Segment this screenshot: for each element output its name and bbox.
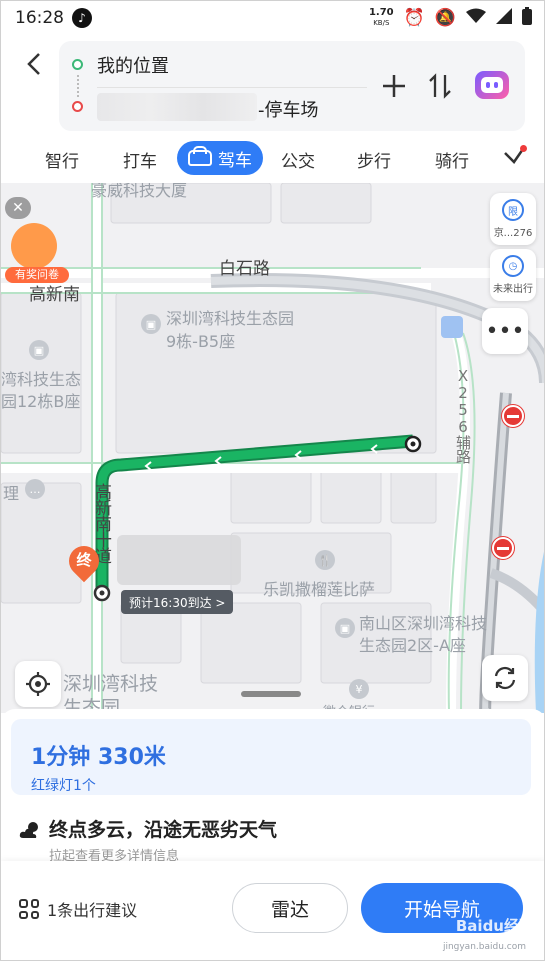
bank-icon: ¥ <box>349 679 369 699</box>
future-travel-button[interactable]: ◷ 未来出行 <box>490 249 536 301</box>
route-summary-card[interactable]: 1分钟 330米 红绿灯1个 <box>11 719 531 795</box>
action-bar: 1条出行建议 雷达 开始导航 Baidu经验 jingyan.baidu.com <box>1 861 544 960</box>
locate-icon <box>26 672 50 696</box>
plate-restriction-button[interactable]: 限 京...276 <box>490 193 536 245</box>
radar-button[interactable]: 雷达 <box>232 883 348 933</box>
map-label-park-12: 湾科技生态 <box>1 370 82 389</box>
no-entry-icon <box>502 405 524 427</box>
notification-dot <box>520 145 527 152</box>
back-button[interactable] <box>19 49 49 79</box>
tab-drive[interactable]: 驾车 <box>177 141 263 175</box>
building-icon: ▣ <box>29 340 49 360</box>
route-traffic-lights: 红绿灯1个 <box>31 778 96 794</box>
swap-button[interactable] <box>425 71 455 101</box>
battery-icon <box>522 6 532 30</box>
building-icon: ▣ <box>335 618 355 638</box>
refresh-route-button[interactable] <box>482 655 528 701</box>
watermark-url: jingyan.baidu.com <box>442 942 526 952</box>
restriction-icon: 限 <box>502 199 524 221</box>
swap-icon <box>429 73 451 99</box>
travel-suggestion-label: 1条出行建议 <box>47 901 138 920</box>
clock-icon: ◷ <box>502 255 524 277</box>
map-label-park-bottom: 深圳湾科技 <box>63 673 159 695</box>
more-icon: ••• <box>485 318 525 344</box>
tiktok-icon: ♪ <box>72 8 92 28</box>
destination-field[interactable]: -停车场 <box>258 96 319 122</box>
map-label-baishi-road: 白石路 <box>219 259 270 279</box>
sheet-drag-handle[interactable] <box>241 691 301 697</box>
alarm-icon: ⏰ <box>403 8 425 28</box>
weather-summary: 终点多云，沿途无恶劣天气 <box>49 819 278 841</box>
map-label-park-b5: 深圳湾科技生态园 <box>166 309 295 328</box>
signal-icon <box>496 7 512 29</box>
network-speed-unit: KB/S <box>373 19 390 27</box>
more-options-button[interactable]: ••• <box>482 308 528 354</box>
locate-button[interactable] <box>15 661 61 707</box>
destination-marker-label: 终 <box>76 551 92 569</box>
mute-icon: 🔕 <box>434 8 456 28</box>
building-icon: ▣ <box>141 314 161 334</box>
route-sheet: 1分钟 330米 红绿灯1个 终点多云，沿途无恶劣天气 拉起查看更多详情信息 1… <box>1 709 544 960</box>
route-duration-distance: 1分钟 330米 <box>31 745 166 770</box>
restaurant-icon: 🍴 <box>315 550 335 570</box>
map-label-restaurant: 乐凯撒榴莲比萨 <box>263 580 376 599</box>
route-connector <box>77 75 79 97</box>
tab-bike[interactable]: 骑行 <box>421 139 483 179</box>
wifi-icon <box>466 8 486 29</box>
plate-label: 京...276 <box>493 228 533 239</box>
map-label-park-2a: 南山区深圳湾科技 <box>359 614 488 633</box>
status-icons: 1.70 KB/S ⏰ 🔕 <box>369 6 532 30</box>
tab-smart[interactable]: 智行 <box>31 139 93 179</box>
close-survey-button[interactable]: ✕ <box>5 197 31 219</box>
eta-tag[interactable]: 预计16:30到达 > <box>121 590 234 614</box>
destination-dot <box>72 101 83 112</box>
status-time: 16:28 <box>15 8 64 28</box>
add-waypoint-button[interactable] <box>379 71 409 101</box>
refresh-icon <box>494 666 516 690</box>
map-label-li: 理 <box>3 484 20 503</box>
map-view[interactable]: 豪威科技大厦 白石路 高新南 ▣ 深圳湾科技生态园 9栋-B5座 ▣ 湾科技生态… <box>1 183 544 713</box>
ai-assistant-icon <box>481 77 503 93</box>
no-entry-icon <box>492 537 514 559</box>
origin-field[interactable]: 我的位置 <box>97 52 169 78</box>
network-speed-value: 1.70 <box>368 7 394 18</box>
grid-icon <box>19 899 39 919</box>
origin-dot <box>72 59 83 70</box>
map-label-x256: X256辅路 <box>454 367 472 463</box>
tab-drive-label: 驾车 <box>218 150 252 171</box>
network-speed: 1.70 KB/S <box>369 8 394 28</box>
map-label-park-2a-sub: 生态园2区-A座 <box>359 636 466 655</box>
map-label-park-12-sub: 园12栋B座 <box>1 392 81 411</box>
travel-mode-tabs: 智行 打车 驾车 公交 步行 骑行 <box>1 139 544 179</box>
survey-icon <box>11 223 57 269</box>
tab-taxi[interactable]: 打车 <box>109 139 171 179</box>
destination-marker[interactable]: 终 <box>62 539 106 586</box>
survey-label: 有奖问卷 <box>5 267 69 283</box>
travel-suggestion-button[interactable]: 1条出行建议 <box>19 897 137 921</box>
tab-walk[interactable]: 步行 <box>343 139 405 179</box>
car-icon <box>188 146 212 166</box>
more-modes-button[interactable] <box>501 143 529 171</box>
tab-bus[interactable]: 公交 <box>267 139 329 179</box>
destination-redacted <box>97 93 257 121</box>
baidu-jingyan-watermark: Baidu经验 <box>455 917 534 935</box>
ai-assistant-button[interactable] <box>475 71 509 99</box>
map-label-park-b5-sub: 9栋-B5座 <box>166 332 236 351</box>
status-bar: 16:28 ♪ 1.70 KB/S ⏰ 🔕 <box>1 1 544 35</box>
plus-icon <box>383 75 405 97</box>
survey-badge[interactable]: 有奖问卷 <box>5 219 69 285</box>
chat-icon: … <box>25 479 45 499</box>
cloudy-icon <box>19 819 41 841</box>
app-frame: 16:28 ♪ 1.70 KB/S ⏰ 🔕 我的位置 -停车场 智行 打车 驾车… <box>0 0 545 961</box>
field-divider <box>97 87 367 88</box>
map-label-company: 豪威科技大厦 <box>91 183 188 200</box>
future-travel-label: 未来出行 <box>493 284 533 295</box>
